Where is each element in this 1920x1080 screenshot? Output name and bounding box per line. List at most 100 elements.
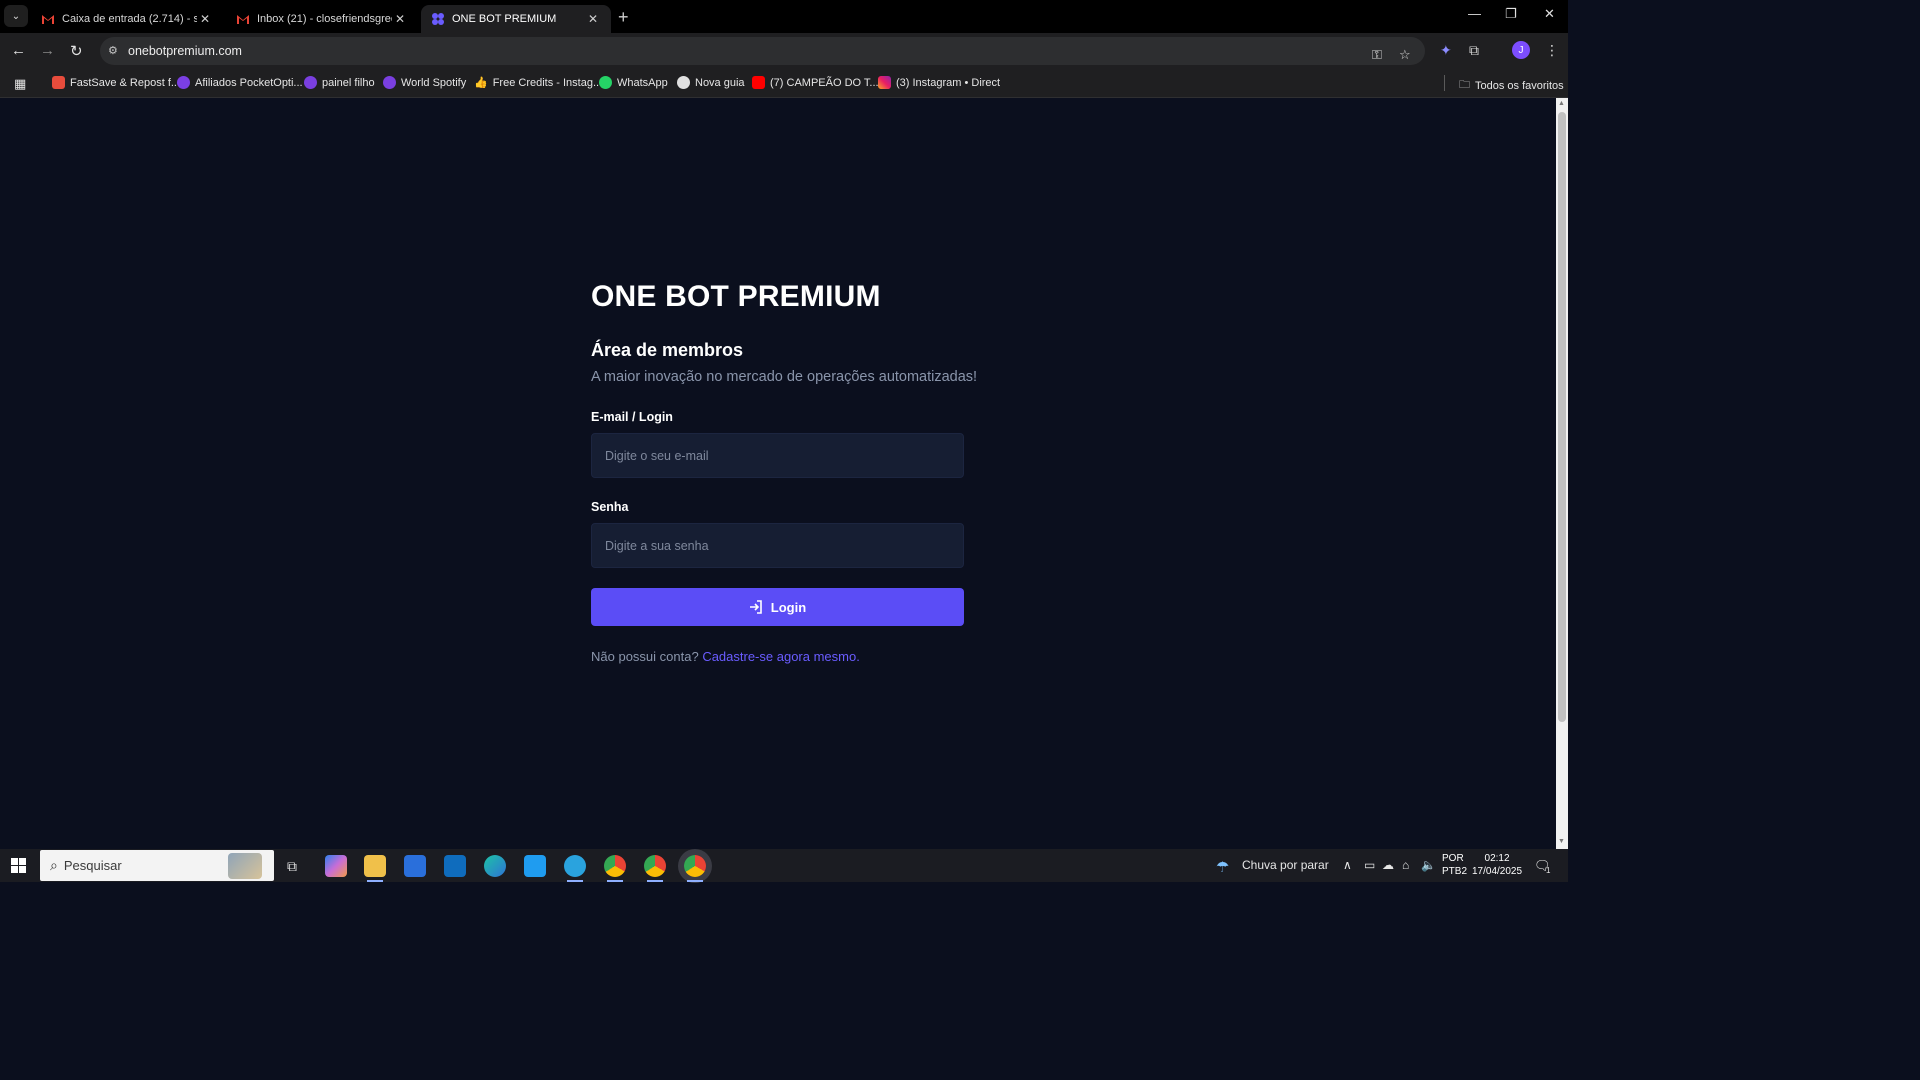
bookmark-star-icon[interactable]: ☆ xyxy=(1399,47,1411,63)
back-icon[interactable]: ← xyxy=(11,42,26,59)
tab-gmail-inbox[interactable]: Caixa de entrada (2.714) - show ✕ xyxy=(31,5,223,33)
login-icon xyxy=(749,600,762,614)
close-tab-icon[interactable]: ✕ xyxy=(392,12,408,26)
menu-kebab-icon[interactable]: ⋮ xyxy=(1545,42,1559,59)
search-icon: ⌕ xyxy=(50,857,58,873)
taskbar-search[interactable]: ⌕ Pesquisar xyxy=(40,850,274,881)
minimize-icon[interactable]: — xyxy=(1468,6,1481,21)
profile-initial: J xyxy=(1518,44,1524,56)
task-view-icon[interactable]: ⧉ xyxy=(287,858,297,875)
tab-strip: ⌄ Caixa de entrada (2.714) - show ✕ Inbo… xyxy=(0,0,1568,33)
login-button-label: Login xyxy=(770,599,807,615)
onedrive-cloud-icon[interactable]: ☁ xyxy=(1382,858,1394,872)
bookmark-item[interactable]: Nova guia xyxy=(677,76,745,89)
windows-start-icon[interactable] xyxy=(11,858,26,873)
microsoft-store-icon[interactable] xyxy=(404,855,426,877)
painel-icon xyxy=(304,76,317,89)
clock[interactable]: 02:12 17/04/2025 xyxy=(1472,852,1522,878)
bookmarks-bar: ▦ FastSave & Repost f... Afiliados Pocke… xyxy=(0,69,1568,98)
show-hidden-icons-icon[interactable]: ∧ xyxy=(1343,858,1352,872)
gmail-icon xyxy=(42,15,54,24)
reload-icon[interactable]: ↻ xyxy=(70,42,83,60)
close-window-icon[interactable]: ✕ xyxy=(1544,6,1555,22)
pocketoption-icon xyxy=(177,76,190,89)
bookmark-label: Afiliados PocketOpti... xyxy=(195,76,303,89)
bookmark-label: Nova guia xyxy=(695,76,745,89)
bookmark-item[interactable]: 👍 Free Credits - Instag... xyxy=(474,76,603,90)
windows-taskbar: ⌕ Pesquisar ⧉ ☂ Chuva por parar ∧ ▭ ☁ ⌂ … xyxy=(0,849,1568,882)
bookmark-label: (7) CAMPEÃO DO T... xyxy=(770,76,879,89)
globe-icon xyxy=(677,76,690,89)
world-spotify-icon xyxy=(383,76,396,89)
weather-rain-icon: ☂ xyxy=(1216,859,1230,876)
close-tab-icon[interactable]: ✕ xyxy=(197,12,213,26)
password-field[interactable] xyxy=(591,523,964,568)
scroll-down-icon[interactable]: ▼ xyxy=(1558,838,1565,845)
fastsave-icon xyxy=(52,76,65,89)
bookmark-item[interactable]: (7) CAMPEÃO DO T... xyxy=(752,76,879,89)
login-button[interactable]: Login xyxy=(591,588,964,626)
vscode-icon[interactable] xyxy=(524,855,546,877)
clock-time: 02:12 xyxy=(1484,853,1510,864)
weather-text[interactable]: Chuva por parar xyxy=(1242,858,1329,872)
bookmark-item[interactable]: painel filho xyxy=(304,76,375,89)
bookmarks-divider xyxy=(1444,75,1445,91)
page-scrollbar[interactable]: ▲ ▼ xyxy=(1556,98,1568,849)
tab-onebot[interactable]: ONE BOT PREMIUM ✕ xyxy=(421,5,611,33)
new-tab-button[interactable]: + xyxy=(618,7,629,28)
apps-grid-icon[interactable]: ▦ xyxy=(14,76,26,92)
all-bookmarks-label: Todos os favoritos xyxy=(1475,79,1564,92)
email-label: E-mail / Login xyxy=(591,410,673,424)
bookmark-item[interactable]: (3) Instagram • Direct xyxy=(878,76,1000,89)
tab-search-button[interactable]: ⌄ xyxy=(4,5,28,27)
network-icon[interactable]: ⌂ xyxy=(1402,858,1409,872)
email-field[interactable] xyxy=(591,433,964,478)
keyboard-layout: PTB2 xyxy=(1442,866,1468,877)
brand-title: ONE BOT PREMIUM xyxy=(591,280,881,313)
instagram-icon xyxy=(878,76,891,89)
edge-icon[interactable] xyxy=(484,855,506,877)
device-icon[interactable]: ▭ xyxy=(1364,858,1375,872)
extension-icon[interactable]: ✦ xyxy=(1440,42,1452,59)
extensions-puzzle-icon[interactable]: ⧉ xyxy=(1469,42,1479,59)
members-area-heading: Área de membros xyxy=(591,340,744,360)
forward-icon[interactable]: → xyxy=(40,42,55,59)
password-key-icon[interactable]: ⚿ xyxy=(1372,47,1382,63)
chrome-profile-2-icon[interactable] xyxy=(644,855,666,882)
close-tab-icon[interactable]: ✕ xyxy=(585,12,601,26)
outlook-icon[interactable] xyxy=(444,855,466,877)
bookmark-label: Free Credits - Instag... xyxy=(492,76,603,89)
notification-count: 1 xyxy=(1546,866,1551,875)
all-bookmarks-folder[interactable]: 🗀 Todos os favoritos xyxy=(1459,76,1564,95)
scroll-up-icon[interactable]: ▲ xyxy=(1558,100,1565,107)
signup-prompt: Não possui conta? Cadastre-se agora mesm… xyxy=(591,649,860,664)
volume-icon[interactable]: 🔈 xyxy=(1421,858,1436,872)
tab-title: ONE BOT PREMIUM xyxy=(452,13,557,25)
folder-icon: 🗀 xyxy=(1459,79,1470,91)
whatsapp-icon xyxy=(599,76,612,89)
bookmark-item[interactable]: FastSave & Repost f... xyxy=(52,76,180,89)
telegram-icon[interactable] xyxy=(564,855,586,882)
signup-link[interactable]: Cadastre-se agora mesmo. xyxy=(702,649,860,664)
chrome-active-icon[interactable] xyxy=(684,855,706,882)
language-indicator[interactable]: POR PTB2 xyxy=(1442,852,1467,878)
chrome-profile-1-icon[interactable] xyxy=(604,855,626,882)
bookmark-label: painel filho xyxy=(322,76,375,89)
scrollbar-thumb[interactable] xyxy=(1558,112,1566,722)
site-info-icon[interactable]: ⚙ xyxy=(108,44,118,57)
browser-toolbar: ← → ↻ ⚙ onebotpremium.com ⚿ ☆ ✦ ⧉ J ⋮ xyxy=(0,33,1568,69)
copilot-icon[interactable] xyxy=(325,855,347,877)
signup-text: Não possui conta? xyxy=(591,649,699,664)
bookmark-item[interactable]: Afiliados PocketOpti... xyxy=(177,76,303,89)
profile-avatar[interactable]: J xyxy=(1512,41,1530,59)
restore-icon[interactable]: ❐ xyxy=(1505,6,1517,22)
bookmark-item[interactable]: WhatsApp xyxy=(599,76,668,89)
bookmark-label: FastSave & Repost f... xyxy=(70,76,181,89)
address-bar[interactable]: ⚙ onebotpremium.com ⚿ ☆ xyxy=(100,37,1425,65)
url-text[interactable]: onebotpremium.com xyxy=(128,44,242,58)
bookmark-item[interactable]: World Spotify xyxy=(383,76,466,89)
file-explorer-icon[interactable] xyxy=(364,855,386,882)
bookmark-label: World Spotify xyxy=(401,76,467,89)
gmail-icon xyxy=(237,15,249,24)
tab-gmail-closefriends[interactable]: Inbox (21) - closefriendsgreen@ ✕ xyxy=(226,5,418,33)
